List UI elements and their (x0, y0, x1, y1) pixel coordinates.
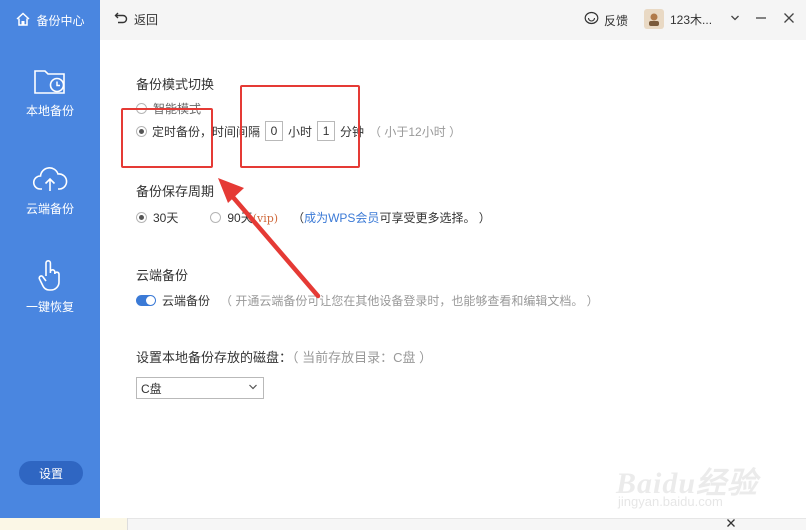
watermark-sub: jingyan.baidu.com (618, 494, 723, 509)
watermark: Baidu经验 jingyan.baidu.com (612, 458, 772, 510)
bottom-close-button[interactable] (726, 518, 736, 530)
close-icon (726, 519, 736, 530)
bottom-left-panel (0, 518, 128, 530)
annotation-arrow-icon (218, 178, 321, 299)
